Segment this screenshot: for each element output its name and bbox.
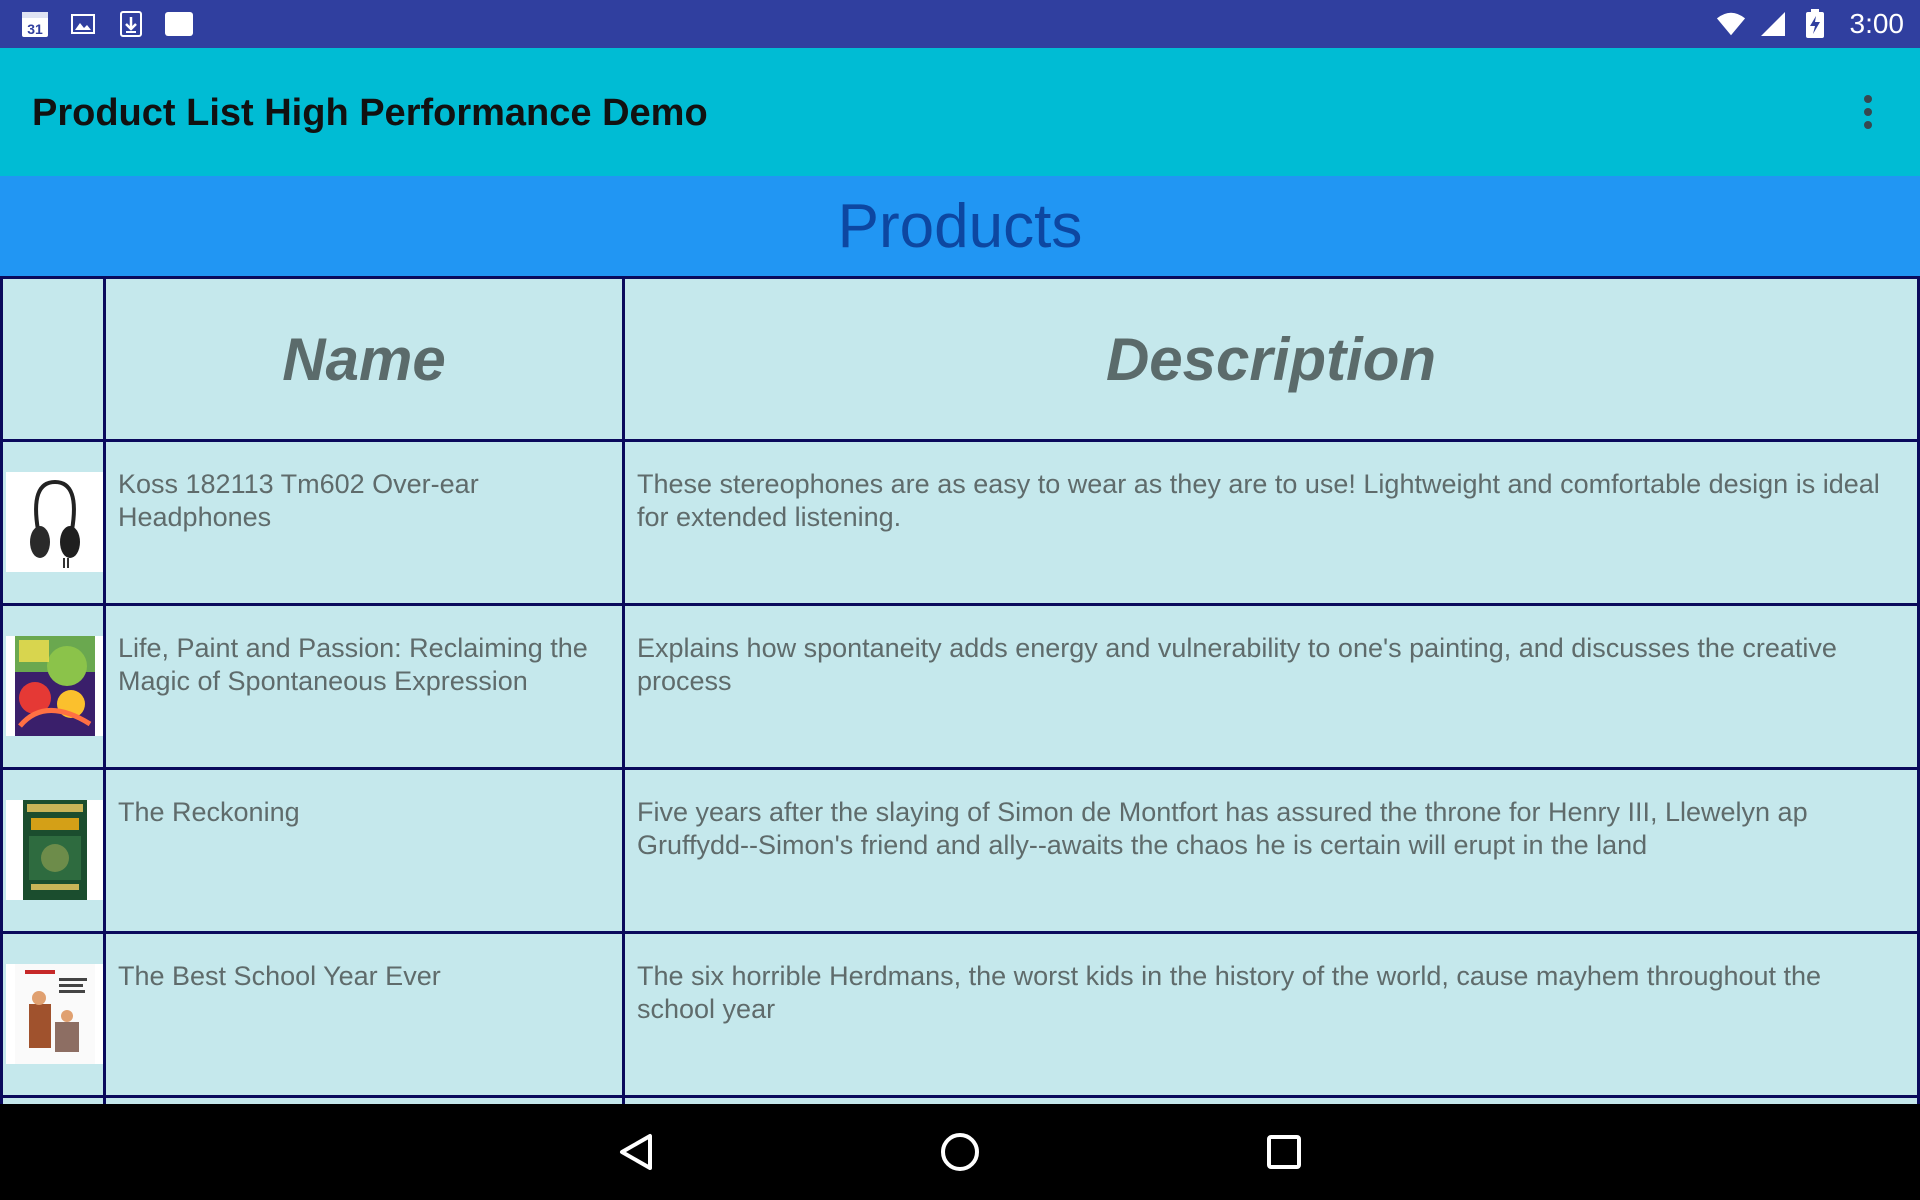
- description-cell: [622, 1095, 1920, 1104]
- description-cell: These stereophones are as easy to wear a…: [622, 439, 1920, 606]
- name-cell: Life, Paint and Passion: Reclaiming the …: [103, 603, 625, 770]
- download-icon: [116, 9, 146, 39]
- app-bar: Product List High Performance Demo: [0, 48, 1920, 176]
- image-cell: [0, 439, 106, 606]
- description-cell: Five years after the slaying of Simon de…: [622, 767, 1920, 934]
- svg-text:31: 31: [27, 21, 43, 37]
- table-row[interactable]: Life, Paint and Passion: Reclaiming the …: [0, 603, 1920, 770]
- system-icons: 3:00: [1716, 8, 1905, 40]
- clock: 3:00: [1849, 8, 1905, 39]
- back-button[interactable]: [612, 1128, 660, 1176]
- status-bar: 31 3:00: [0, 0, 1920, 48]
- table-header-row: Name Description: [0, 276, 1920, 442]
- name-cell: The Reckoning: [103, 767, 625, 934]
- calendar-icon: 31: [20, 9, 50, 39]
- navigation-bar: [0, 1104, 1920, 1200]
- product-name: Life, Paint and Passion: Reclaiming the …: [118, 633, 588, 696]
- section-title: Products: [837, 191, 1083, 261]
- book-cover-best-school-year-ever: [6, 964, 104, 1064]
- image-cell: [0, 603, 106, 770]
- description-cell: Explains how spontaneity adds energy and…: [622, 603, 1920, 770]
- home-button[interactable]: [936, 1128, 984, 1176]
- header-cell-image: [0, 276, 106, 442]
- name-cell: [103, 1095, 625, 1104]
- recents-button[interactable]: [1260, 1128, 1308, 1176]
- product-table[interactable]: Name Description Koss 182113 Tm602 Over-…: [0, 276, 1920, 1104]
- image-icon: [68, 9, 98, 39]
- description-cell: The six horrible Herdmans, the worst kid…: [622, 931, 1920, 1098]
- name-cell: Koss 182113 Tm602 Over-ear Headphones: [103, 439, 625, 606]
- book-cover-the-reckoning: [6, 800, 104, 900]
- home-circle-icon: [941, 1133, 979, 1171]
- product-name: The Reckoning: [118, 797, 300, 827]
- name-cell: The Best School Year Ever: [103, 931, 625, 1098]
- image-cell: [0, 931, 106, 1098]
- product-description: The six horrible Herdmans, the worst kid…: [637, 961, 1822, 1024]
- table-row[interactable]: The Reckoning Five years after the slayi…: [0, 767, 1920, 934]
- section-header: Products: [0, 176, 1920, 276]
- image-cell: [0, 767, 106, 934]
- book-cover-life-paint-passion: [6, 636, 104, 736]
- header-cell-description: Description: [622, 276, 1920, 442]
- battery-charging-icon: [1800, 9, 1830, 39]
- product-description: Explains how spontaneity adds energy and…: [637, 633, 1837, 696]
- image-cell: [0, 1095, 106, 1104]
- product-description: Five years after the slaying of Simon de…: [637, 797, 1808, 860]
- table-row[interactable]: The Best School Year Ever The six horrib…: [0, 931, 1920, 1098]
- header-description-label: Description: [1105, 325, 1437, 393]
- notification-icons: 31: [20, 8, 194, 40]
- wifi-icon: [1716, 9, 1746, 39]
- recents-square-icon: [1267, 1135, 1301, 1169]
- headphones-thumbnail: [6, 472, 104, 572]
- product-description: These stereophones are as easy to wear a…: [637, 469, 1880, 532]
- overflow-menu-button[interactable]: [1844, 88, 1892, 136]
- back-triangle-icon: [620, 1134, 652, 1170]
- blank-notification-icon: [164, 9, 194, 39]
- header-cell-name: Name: [103, 276, 625, 442]
- cell-signal-icon: [1758, 9, 1788, 39]
- app-title: Product List High Performance Demo: [32, 92, 708, 134]
- table-row[interactable]: Koss 182113 Tm602 Over-ear Headphones Th…: [0, 439, 1920, 606]
- more-vert-icon: [1864, 95, 1872, 129]
- table-row-partial[interactable]: [0, 1095, 1920, 1104]
- product-name: Koss 182113 Tm602 Over-ear Headphones: [118, 469, 479, 532]
- header-name-label: Name: [282, 325, 446, 393]
- product-name: The Best School Year Ever: [118, 961, 441, 991]
